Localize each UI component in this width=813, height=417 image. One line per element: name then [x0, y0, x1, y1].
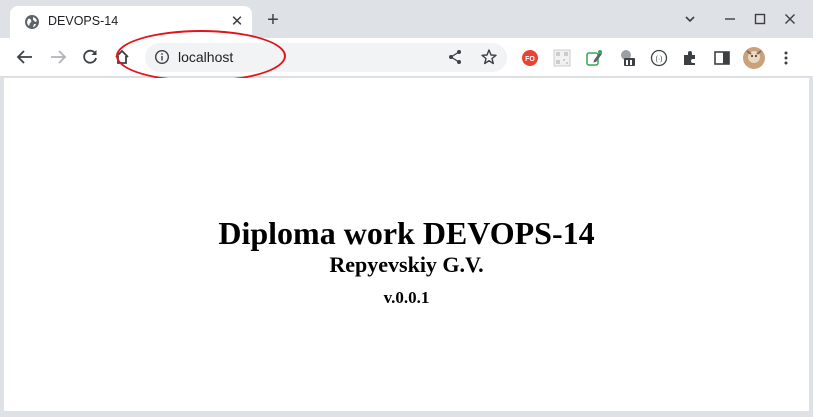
author-name: Repyevskiy G.V. — [329, 252, 484, 277]
globe-icon — [25, 15, 39, 29]
puzzle-extensions-icon[interactable] — [681, 49, 699, 67]
code-extension-icon[interactable]: (·) — [650, 49, 668, 67]
page-content: Diploma work DEVOPS-14 Repyevskiy G.V. v… — [4, 214, 809, 308]
page-heading: Diploma work DEVOPS-14 — [218, 215, 595, 251]
tab-search-icon[interactable] — [678, 8, 702, 30]
menu-kebab-icon[interactable] — [777, 49, 795, 67]
url-text[interactable]: localhost — [178, 49, 233, 65]
close-window-icon[interactable] — [778, 8, 802, 30]
svg-text:FO: FO — [525, 56, 535, 63]
browser-toolbar: localhost FO (·) — [0, 38, 813, 77]
svg-text:(·): (·) — [656, 56, 663, 63]
new-tab-button[interactable]: + — [262, 9, 284, 31]
maximize-icon[interactable] — [748, 8, 772, 30]
forward-arrow-icon[interactable] — [47, 46, 69, 68]
tab-close-icon[interactable]: ✕ — [228, 13, 246, 31]
version-label: v.0.0.1 — [383, 288, 430, 307]
back-arrow-icon[interactable] — [14, 46, 36, 68]
qr-extension-icon[interactable] — [553, 49, 571, 67]
home-icon[interactable] — [111, 46, 133, 68]
tab-strip: DEVOPS-14 ✕ + — [0, 0, 813, 38]
browser-window: DEVOPS-14 ✕ + localhost FO (·) Diploma w… — [0, 0, 813, 417]
address-bar[interactable]: localhost — [145, 43, 507, 72]
translate-extension-icon[interactable] — [618, 49, 636, 67]
reload-icon[interactable] — [79, 46, 101, 68]
tab-devops[interactable]: DEVOPS-14 ✕ — [10, 6, 252, 38]
side-panel-icon[interactable] — [713, 49, 731, 67]
minimize-icon[interactable] — [718, 8, 742, 30]
bookmark-star-icon[interactable] — [480, 48, 498, 66]
info-icon[interactable] — [154, 49, 170, 65]
tab-title: DEVOPS-14 — [48, 14, 119, 28]
profile-avatar[interactable] — [743, 47, 765, 69]
edit-extension-icon[interactable] — [585, 49, 603, 67]
share-icon[interactable] — [447, 49, 463, 65]
fo-extension-icon[interactable]: FO — [521, 49, 539, 67]
page-viewport: Diploma work DEVOPS-14 Repyevskiy G.V. v… — [4, 78, 809, 411]
